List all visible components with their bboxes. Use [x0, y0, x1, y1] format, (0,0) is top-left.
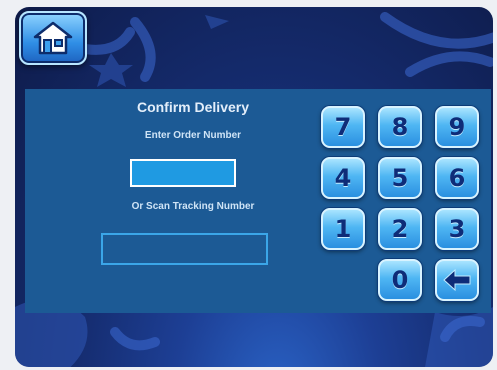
key-label: 1: [334, 215, 352, 243]
key-4[interactable]: 4: [321, 157, 365, 199]
home-icon: [33, 21, 73, 55]
key-9[interactable]: 9: [435, 106, 479, 148]
key-0[interactable]: 0: [378, 259, 422, 301]
order-number-label: Enter Order Number: [144, 130, 242, 141]
key-1[interactable]: 1: [321, 208, 365, 250]
key-6[interactable]: 6: [435, 157, 479, 199]
backspace-button[interactable]: [435, 259, 479, 301]
key-2[interactable]: 2: [378, 208, 422, 250]
key-label: 8: [391, 113, 409, 141]
tracking-number-label: Or Scan Tracking Number: [131, 201, 255, 212]
key-label: 4: [334, 164, 352, 192]
home-button[interactable]: [19, 11, 87, 65]
key-label: 7: [334, 113, 352, 141]
key-label: 9: [448, 113, 466, 141]
kiosk-screen: Confirm Delivery Enter Order Number Or S…: [15, 7, 493, 367]
tracking-number-input[interactable]: [101, 233, 268, 265]
page-title: Confirm Delivery: [136, 99, 250, 115]
key-label: 3: [448, 215, 466, 243]
delivery-panel: Confirm Delivery Enter Order Number Or S…: [25, 89, 491, 313]
key-3[interactable]: 3: [435, 208, 479, 250]
order-number-input[interactable]: [130, 159, 236, 187]
key-label: 5: [391, 164, 409, 192]
key-8[interactable]: 8: [378, 106, 422, 148]
key-label: 2: [391, 215, 409, 243]
backspace-arrow-icon: [443, 268, 471, 292]
key-7[interactable]: 7: [321, 106, 365, 148]
key-label: 6: [448, 164, 466, 192]
key-5[interactable]: 5: [378, 157, 422, 199]
key-label: 0: [391, 266, 409, 294]
